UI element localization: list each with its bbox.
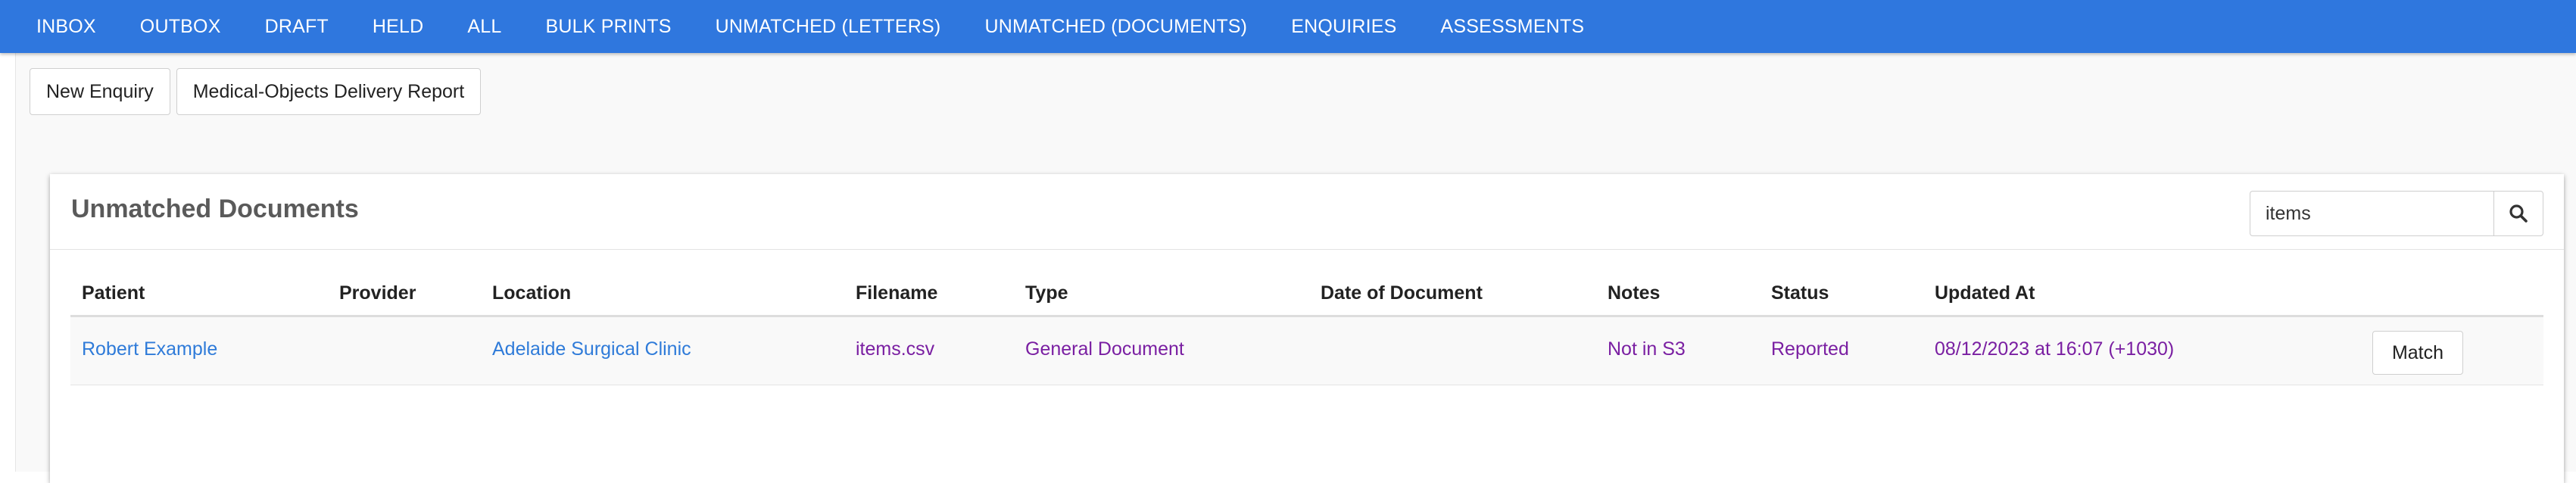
match-button[interactable]: Match — [2372, 331, 2463, 375]
column-header-provider[interactable]: Provider — [339, 282, 416, 304]
search-input[interactable] — [2250, 191, 2493, 236]
delivery-report-button[interactable]: Medical-Objects Delivery Report — [176, 68, 482, 115]
new-enquiry-button[interactable]: New Enquiry — [30, 68, 170, 115]
nav-tab-draft[interactable]: DRAFT — [265, 16, 329, 38]
type-cell: General Document — [1025, 338, 1184, 360]
filename-cell[interactable]: items.csv — [856, 338, 934, 360]
nav-tab-held[interactable]: HELD — [373, 16, 424, 38]
nav-tab-assessments[interactable]: ASSESSMENTS — [1441, 16, 1585, 38]
panel-title: Unmatched Documents — [71, 195, 359, 223]
column-header-updated[interactable]: Updated At — [1935, 282, 2035, 304]
patient-link[interactable]: Robert Example — [82, 338, 217, 360]
search-button[interactable] — [2493, 191, 2543, 236]
page-content: New Enquiry Medical-Objects Delivery Rep… — [15, 53, 2576, 483]
column-header-filename[interactable]: Filename — [856, 282, 937, 304]
nav-tab-unmatched-letters[interactable]: UNMATCHED (LETTERS) — [716, 16, 941, 38]
column-header-notes[interactable]: Notes — [1608, 282, 1660, 304]
column-header-location[interactable]: Location — [492, 282, 571, 304]
column-header-patient[interactable]: Patient — [82, 282, 145, 304]
nav-tab-all[interactable]: ALL — [467, 16, 501, 38]
column-header-date[interactable]: Date of Document — [1321, 282, 1483, 304]
search-icon — [2509, 204, 2528, 223]
status-cell: Reported — [1771, 338, 1849, 360]
documents-table: Patient Provider Location Filename Type … — [70, 269, 2543, 385]
table-row: Robert Example Adelaide Surgical Clinic … — [70, 317, 2543, 385]
column-header-status[interactable]: Status — [1771, 282, 1829, 304]
top-nav-bar: INBOX OUTBOX DRAFT HELD ALL BULK PRINTS … — [0, 0, 2576, 53]
nav-tab-enquiries[interactable]: ENQUIRIES — [1291, 16, 1396, 38]
updated-at-cell: 08/12/2023 at 16:07 (+1030) — [1935, 338, 2175, 360]
nav-tab-outbox[interactable]: OUTBOX — [140, 16, 221, 38]
nav-tab-bulk-prints[interactable]: BULK PRINTS — [546, 16, 672, 38]
table-header-row: Patient Provider Location Filename Type … — [70, 269, 2543, 317]
search-box — [2250, 191, 2543, 236]
unmatched-documents-panel: Unmatched Documents Patient Provider Loc… — [50, 174, 2564, 483]
action-button-row: New Enquiry Medical-Objects Delivery Rep… — [30, 68, 487, 115]
panel-header: Unmatched Documents — [50, 174, 2564, 250]
nav-tab-inbox[interactable]: INBOX — [36, 16, 96, 38]
column-header-type[interactable]: Type — [1025, 282, 1068, 304]
nav-tab-unmatched-documents[interactable]: UNMATCHED (DOCUMENTS) — [984, 16, 1247, 38]
notes-cell: Not in S3 — [1608, 338, 1686, 360]
location-link[interactable]: Adelaide Surgical Clinic — [492, 338, 691, 360]
